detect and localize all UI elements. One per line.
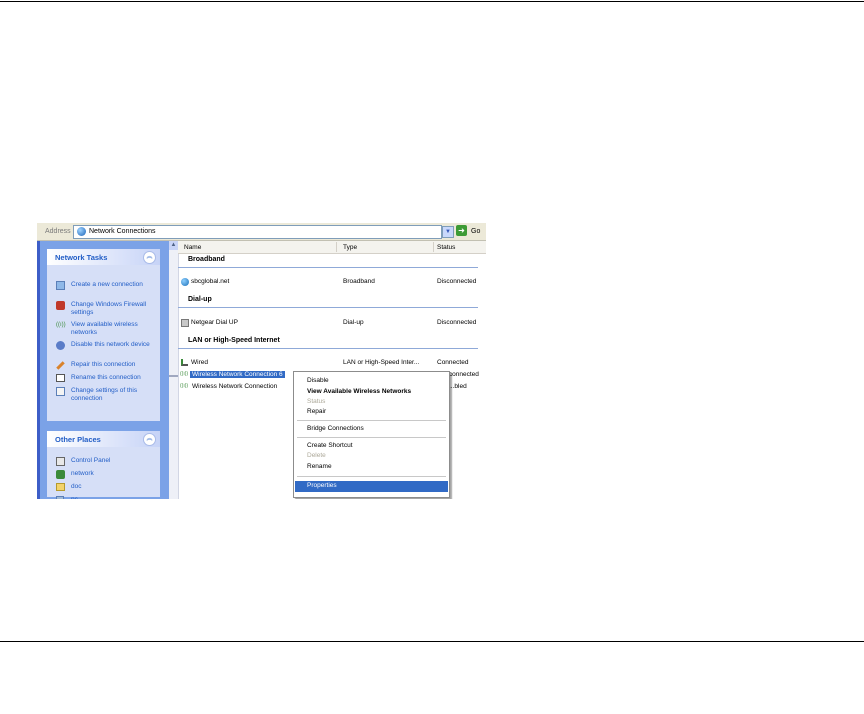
menu-label: Delete [307,452,326,459]
column-divider[interactable] [336,242,337,252]
computer-icon [56,496,64,499]
menu-item-bridge[interactable]: Bridge Connections [295,424,448,434]
collapse-icon[interactable]: ︽ [143,433,156,446]
row-name: Wired [191,359,208,366]
menu-item-properties[interactable]: Properties [295,481,448,492]
scroll-marker [169,375,178,377]
settings-icon [56,387,65,396]
table-row[interactable]: Wired LAN or High-Speed Inter... Connect… [178,358,486,368]
broadband-globe-icon [181,278,189,286]
bottom-rule [0,641,864,642]
task-label: Change Windows Firewall settings [71,301,147,316]
column-divider[interactable] [433,242,434,252]
network-connections-icon [77,227,86,236]
table-row[interactable]: Netgear Dial UP Dial-up Disconnected [178,318,486,328]
rename-icon [56,374,65,382]
column-type[interactable]: Type [343,244,357,251]
menu-label: Rename [307,463,332,470]
menu-label: View Available Wireless Networks [307,388,412,395]
task-label: Rename this connection [71,374,141,381]
address-bar: Address Network Connections ▼ ➜ Go [37,223,486,241]
group-divider [178,307,478,308]
collapse-icon[interactable]: ︽ [143,251,156,264]
menu-item-view-wireless[interactable]: View Available Wireless Networks [295,387,448,397]
address-value: Network Connections [89,228,156,235]
menu-item-disable[interactable]: Disable [295,376,448,386]
new-connection-icon [56,281,65,290]
menu-separator [297,437,446,438]
row-name: Wireless Network Connection [192,383,278,390]
row-name: Netgear Dial UP [191,319,238,326]
menu-label: Bridge Connections [307,425,364,432]
place-label: doc [71,483,82,490]
other-places-box: Other Places ︽ Control Panel network doc… [47,431,163,499]
other-places-title: Other Places [55,435,101,444]
menu-item-repair[interactable]: Repair [295,407,448,417]
menu-label: Repair [307,408,327,415]
address-dropdown-button[interactable]: ▼ [442,226,454,238]
pane-edge [37,241,40,499]
task-label: Repair this connection [71,361,136,368]
task-label: Change settings of this connection [71,387,138,402]
dialup-modem-icon [181,319,189,327]
other-places-header[interactable]: Other Places ︽ [47,431,160,447]
row-status: Connected [437,359,469,366]
task-label: Create a new connection [71,281,143,288]
folder-icon [56,483,65,491]
row-status: Disconnected [437,319,477,326]
row-type: Dial-up [343,319,364,326]
address-label: Address [45,228,71,235]
group-lan: LAN or High-Speed Internet [188,337,280,344]
row-status: ...bled [449,383,467,390]
row-type: Broadband [343,278,375,285]
network-connections-window: Address Network Connections ▼ ➜ Go Netwo… [37,223,486,499]
address-field[interactable]: Network Connections [73,225,442,239]
row-type: LAN or High-Speed Inter... [343,359,420,366]
menu-label: Create Shortcut [307,442,353,449]
go-button[interactable]: Go [471,228,480,235]
column-headers: Name Type Status [178,241,486,254]
task-pane: Network Tasks ︽ Create a new connection … [37,241,169,499]
disable-icon [56,341,65,350]
wired-lan-icon [181,359,188,366]
task-label: Disable this network device [71,341,150,348]
wireless-connection-icon: ((ı)) [180,383,189,389]
network-tasks-box: Network Tasks ︽ Create a new connection … [47,249,160,421]
wireless-icon: ((ı)) [56,322,66,328]
place-label: network [71,470,94,477]
wireless-connection-icon: ((ı)) [180,371,189,377]
menu-item-create-shortcut[interactable]: Create Shortcut [295,441,448,451]
place-label: pc [71,496,163,499]
network-icon [56,470,65,479]
row-name: sbcglobal.net [191,278,230,285]
repair-icon [56,361,65,370]
menu-label: Properties [307,482,337,489]
column-name[interactable]: Name [184,244,201,251]
group-broadband: Broadband [188,256,225,263]
scroll-up-icon[interactable]: ▲ [169,241,178,250]
network-tasks-title: Network Tasks [55,253,108,262]
context-menu: Disable View Available Wireless Networks… [293,371,450,498]
menu-item-rename[interactable]: Rename [295,462,448,472]
firewall-icon [56,301,65,310]
menu-label: Status [307,398,326,405]
row-status: Disconnected [437,278,477,285]
control-panel-icon [56,457,65,466]
menu-separator [297,420,446,421]
group-divider [178,348,478,349]
group-divider [178,267,478,268]
network-tasks-header[interactable]: Network Tasks ︽ [47,249,160,265]
place-label: Control Panel [71,457,111,464]
table-row[interactable]: sbcglobal.net Broadband Disconnected [178,277,486,287]
task-label: View available wireless networks [71,321,138,336]
column-status[interactable]: Status [437,244,455,251]
group-dial-up: Dial-up [188,296,212,303]
menu-separator [297,476,446,477]
menu-item-delete: Delete [295,451,448,461]
top-rule [0,1,864,2]
go-arrow-icon[interactable]: ➜ [456,225,467,236]
menu-label: Disable [307,377,329,384]
menu-item-status: Status [295,397,448,407]
row-name: Wireless Network Connection 6 [190,371,285,378]
